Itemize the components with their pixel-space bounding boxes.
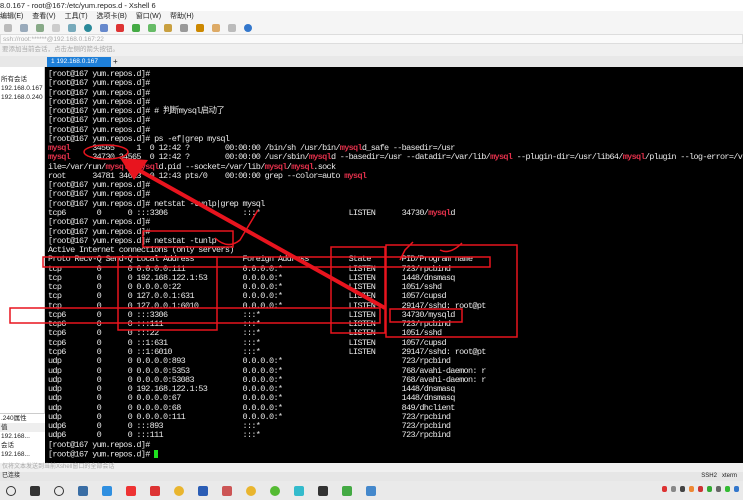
app-icon[interactable] (198, 485, 208, 496)
grep-match: mysql (622, 152, 646, 163)
session-sidebar: 所有会话 192.168.0.167 192.168.0.240 (0, 67, 45, 463)
transfer-icon[interactable] (148, 24, 156, 32)
grep-match: mysql (490, 152, 513, 163)
search-icon[interactable] (52, 24, 60, 32)
typora-icon[interactable] (318, 485, 328, 496)
terminal-line: [root@167 yum.repos.d]# (48, 217, 150, 228)
xshell-icon[interactable] (150, 485, 160, 496)
app-icon[interactable] (222, 485, 232, 496)
send-hint[interactable]: 仅将文本发送到当前Xshell窗口的全部会话 (0, 463, 743, 472)
window-title: 8.0.167 - root@167:/etc/yum.repos.d - Xs… (0, 0, 743, 11)
folder-icon[interactable] (212, 24, 220, 32)
tab-label: 1 192.168.0.167 (51, 58, 98, 65)
tray-icon[interactable] (680, 486, 685, 492)
menu-help[interactable]: 帮助(H) (170, 13, 194, 20)
browser-icon[interactable] (54, 485, 64, 496)
xftp-icon[interactable] (116, 24, 124, 32)
sidebar-item-167[interactable]: 192.168.0.167 (0, 84, 44, 93)
terminal-line: [root@167 yum.repos.d]# (48, 449, 743, 459)
menu-window[interactable]: 窗口(W) (136, 13, 161, 20)
new-session-icon[interactable] (4, 24, 12, 32)
xshell-icon[interactable] (132, 24, 140, 32)
properties-panel: .240属性 值 192.168... 会话 192.168... (0, 413, 45, 463)
terminal-line: udp6 0 0 :::111 :::* 723/rpcbind (48, 430, 451, 441)
chrome-icon[interactable] (246, 485, 256, 496)
properties-icon[interactable] (20, 24, 28, 32)
grep-match: mysql (48, 152, 71, 163)
sidebar-item-all[interactable]: 所有会话 (0, 75, 44, 84)
search-icon[interactable] (6, 485, 16, 496)
tray-icon[interactable] (716, 486, 721, 492)
menu-view[interactable]: 查看(V) (32, 13, 55, 20)
terminal-line: [root@167 yum.repos.d]# (48, 87, 150, 98)
help-icon[interactable] (244, 24, 252, 32)
app-icon[interactable] (30, 485, 40, 496)
font-icon[interactable] (100, 24, 108, 32)
app-icon[interactable] (126, 485, 136, 496)
taskbar (0, 481, 743, 500)
grep-match: mysql (428, 207, 451, 218)
app-icon[interactable] (342, 485, 352, 496)
tray-icon[interactable] (698, 486, 703, 492)
layout-icon[interactable] (228, 24, 236, 32)
tray-icon[interactable] (689, 486, 694, 492)
chrome-icon[interactable] (174, 485, 184, 496)
tray-icon[interactable] (734, 486, 739, 492)
system-tray (662, 486, 739, 492)
keyboard-icon[interactable] (180, 24, 188, 32)
props-row: 192.168... (1, 451, 30, 458)
print-icon[interactable] (68, 24, 76, 32)
terminal[interactable]: [root@167 yum.repos.d]# [root@167 yum.rep… (45, 67, 743, 463)
grep-match: mysql (344, 170, 367, 181)
lock-icon[interactable] (164, 24, 172, 32)
app-icon[interactable] (270, 485, 280, 496)
info-bar: 要添加当前会话，点击左侧的箭头按钮。 (0, 45, 743, 55)
address-bar[interactable]: ssh://root:******@192.168.0.167:22 (0, 34, 743, 44)
sidebar-item-240[interactable]: 192.168.0.240 (0, 93, 44, 102)
terminal-line: [root@167 yum.repos.d]# # 判断mysql启动了 (48, 106, 225, 117)
menu-tools[interactable]: 工具(T) (65, 13, 88, 20)
terminal-line: [root@167 yum.repos.d]# (48, 78, 150, 89)
terminal-cursor (154, 449, 159, 458)
props-row: 192.168... (1, 433, 30, 440)
app-icon[interactable] (102, 485, 112, 496)
terminal-line: root 34781 34613 0 12:43 pts/0 00:00:00 … (48, 170, 367, 181)
props-header: 值 (0, 423, 45, 432)
props-row: 会话 (1, 442, 14, 449)
menu-edit[interactable]: 编辑(E) (0, 13, 23, 20)
tray-icon[interactable] (725, 486, 730, 492)
protocol: SSH2 (701, 473, 717, 479)
menu-bar: 编辑(E) 查看(V) 工具(T) 选项卡(B) 窗口(W) 帮助(H) (0, 11, 743, 22)
vmware-icon[interactable] (366, 485, 376, 496)
connection-status: 已连接 (2, 473, 21, 479)
reconnect-icon[interactable] (36, 24, 44, 32)
terminal-line: tcp6 0 0 :::3306 :::* LISTEN 34730/mysql… (48, 207, 455, 218)
files-icon[interactable] (78, 485, 88, 496)
terminal-line: [root@167 yum.repos.d]# (48, 69, 150, 79)
menu-tabs[interactable]: 选项卡(B) (97, 13, 127, 20)
terminal-line: [root@167 yum.repos.d]# (48, 115, 150, 126)
props-title: .240属性 (1, 415, 27, 422)
toolbar (0, 22, 743, 34)
app-icon[interactable] (294, 485, 304, 496)
tab-bar: 1 192.168.0.167 × + (0, 56, 743, 75)
globe-icon[interactable] (84, 24, 92, 32)
terminal-line: [root@167 yum.repos.d]# (48, 180, 150, 191)
script-icon[interactable] (196, 24, 204, 32)
status-bar: 已连接 SSH2 xterm (0, 472, 743, 481)
tray-icon[interactable] (662, 486, 667, 492)
terminal-type: xterm (722, 473, 737, 479)
tray-icon[interactable] (671, 486, 676, 492)
tray-icon[interactable] (707, 486, 712, 492)
add-tab-button[interactable]: + (113, 57, 118, 67)
tab-session[interactable]: 1 192.168.0.167 × (47, 57, 111, 75)
